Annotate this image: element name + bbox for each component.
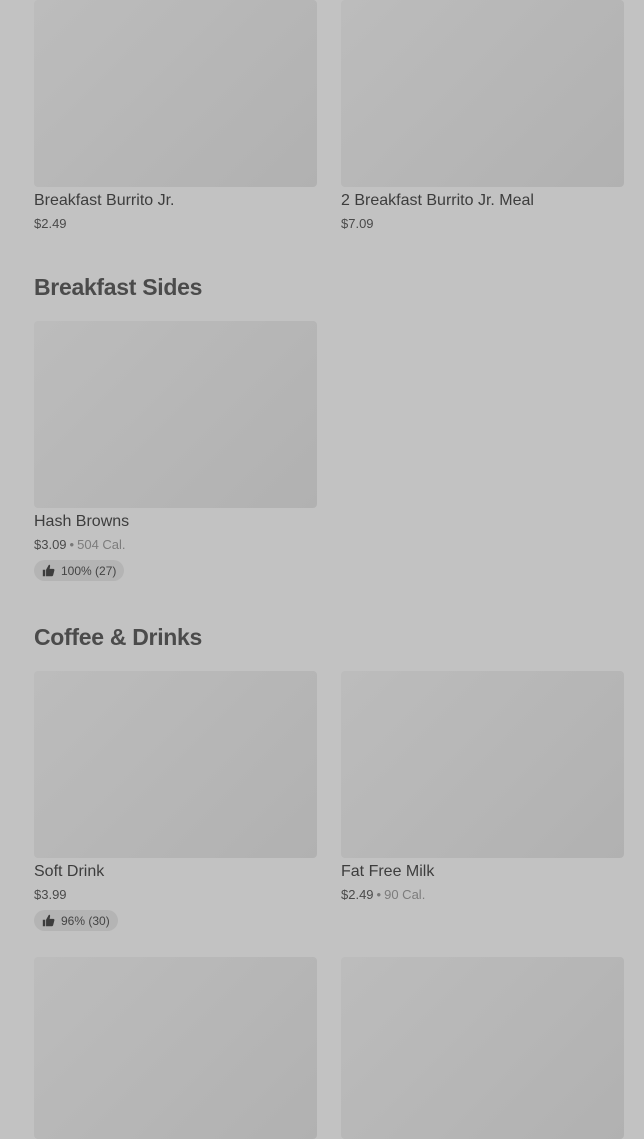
item-name: Hash Browns (34, 513, 130, 530)
menu-item-card[interactable] (341, 957, 624, 1139)
thumbs-up-icon (42, 564, 55, 577)
item-name: Soft Drink (34, 863, 105, 880)
menu-item-card[interactable]: 2 Breakfast Burrito Jr. Meal $7.09 (341, 0, 624, 234)
item-price: $3.09 (34, 537, 67, 552)
item-image[interactable] (34, 321, 317, 508)
thumbs-up-icon (42, 914, 55, 927)
menu-item-card[interactable]: Hash Browns $3.09 • 504 Cal. 100% (27) (34, 321, 317, 582)
meta-separator: • (376, 887, 382, 902)
menu-page: Breakfast Burrito Jr. $2.49 2 Breakfast … (0, 0, 644, 1139)
rating-text: 96% (30) (61, 913, 110, 928)
item-calories: 504 Cal. (77, 537, 126, 552)
item-image[interactable] (34, 0, 317, 187)
item-image[interactable] (341, 0, 624, 187)
rating-badge: 100% (27) (34, 560, 125, 581)
menu-item-card[interactable] (34, 957, 317, 1139)
section-title-coffee-drinks: Coffee & Drinks (34, 624, 203, 650)
menu-item-card[interactable]: Soft Drink $3.99 96% (30) (34, 671, 317, 932)
item-image[interactable] (341, 671, 624, 858)
item-image[interactable] (341, 957, 624, 1139)
menu-item-card[interactable]: Fat Free Milk $2.49 • 90 Cal. (341, 671, 624, 905)
item-meta: $7.09 (341, 214, 624, 234)
item-calories: 90 Cal. (384, 887, 426, 902)
rating-text: 100% (27) (61, 563, 117, 578)
item-price: $2.49 (341, 887, 374, 902)
item-price: $2.49 (34, 216, 67, 231)
rating-badge: 96% (30) (34, 910, 118, 931)
meta-separator: • (69, 537, 75, 552)
item-name: Fat Free Milk (341, 863, 435, 880)
item-name: 2 Breakfast Burrito Jr. Meal (341, 192, 534, 209)
item-meta: $2.49 (34, 214, 317, 234)
item-name: Breakfast Burrito Jr. (34, 192, 175, 209)
section-title-breakfast-sides: Breakfast Sides (34, 274, 203, 300)
item-meta: $2.49 • 90 Cal. (341, 885, 624, 905)
item-image[interactable] (34, 671, 317, 858)
item-price: $7.09 (341, 216, 374, 231)
item-meta: $3.99 (34, 885, 317, 905)
item-price: $3.99 (34, 887, 67, 902)
item-meta: $3.09 • 504 Cal. (34, 535, 317, 555)
item-image[interactable] (34, 957, 317, 1139)
menu-item-card[interactable]: Breakfast Burrito Jr. $2.49 (34, 0, 317, 234)
